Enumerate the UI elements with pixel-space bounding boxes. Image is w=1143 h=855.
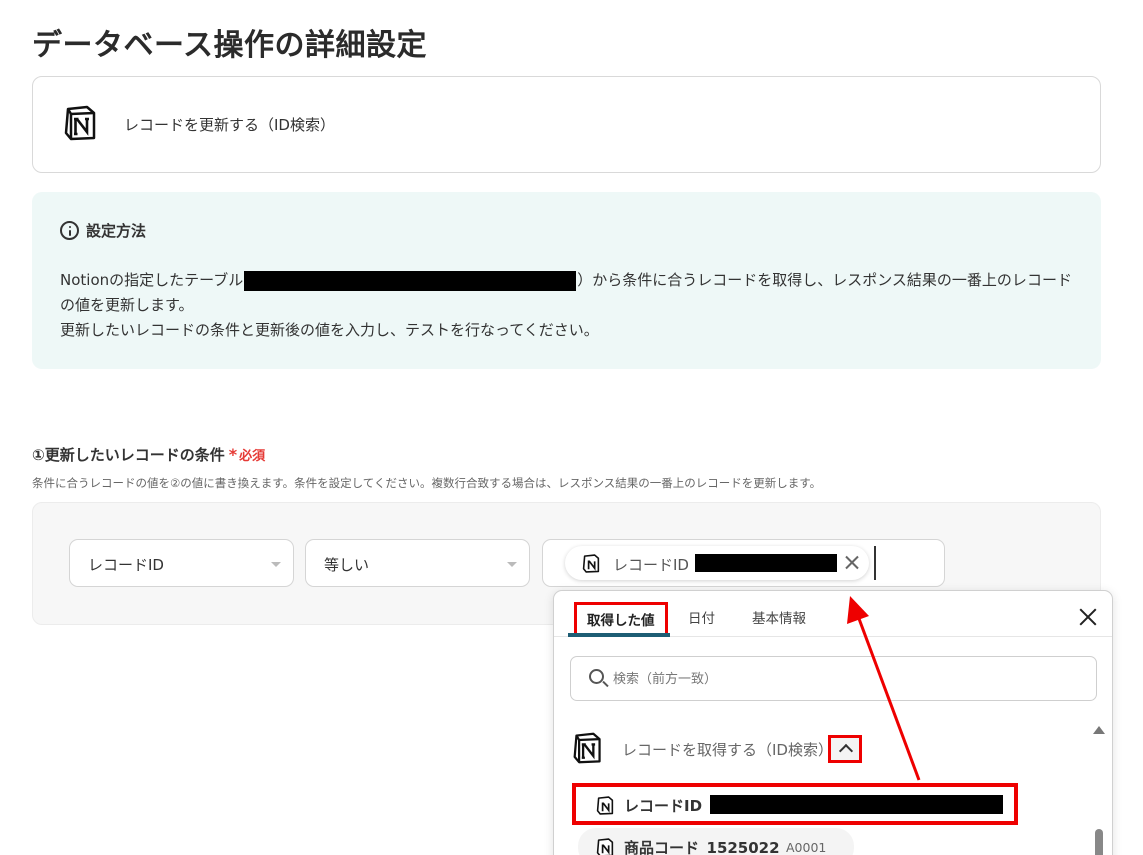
notion-icon <box>582 554 600 573</box>
required-star: * <box>228 445 238 464</box>
info-icon <box>60 221 79 240</box>
active-tab-indicator <box>568 633 670 637</box>
page-title: データベース操作の詳細設定 <box>32 28 427 63</box>
info-text: Notionの指定したテーブル ）から条件に合うレコードを取得し、レスポンス結果の… <box>60 268 1080 343</box>
required-label: 必須 <box>239 449 266 464</box>
info-line1-before: Notionの指定したテーブル <box>60 271 244 289</box>
redacted-value <box>710 795 1003 814</box>
close-icon[interactable] <box>841 552 863 574</box>
text-cursor <box>874 546 876 580</box>
field-select[interactable]: レコードID <box>69 539 294 587</box>
field-select-value: レコードID <box>88 556 164 574</box>
search-input[interactable] <box>613 668 1073 690</box>
scroll-thumb[interactable] <box>1095 829 1103 855</box>
tab-basic-info[interactable]: 基本情報 <box>752 607 806 627</box>
list-item-label: レコードID <box>624 797 703 815</box>
info-line2: の値を更新します。 <box>60 296 194 314</box>
notion-icon <box>64 105 96 141</box>
search-icon <box>589 669 604 684</box>
operator-select-value: 等しい <box>324 556 370 574</box>
value-chip[interactable]: レコードID <box>565 546 869 580</box>
chevron-down-icon <box>271 562 281 567</box>
scrollbar[interactable] <box>1092 721 1105 855</box>
condition-section-title: ①更新したいレコードの条件 * 必須 <box>32 444 265 465</box>
tab-date[interactable]: 日付 <box>688 607 715 627</box>
condition-value-field[interactable]: レコードID <box>542 539 945 587</box>
chip-label: レコードID <box>613 556 689 574</box>
chevron-down-icon <box>507 562 517 567</box>
notion-icon <box>573 732 601 764</box>
tab-acquired-values[interactable]: 取得した値 <box>574 602 668 636</box>
list-item-label: 商品コード_1525022 <box>624 839 780 855</box>
condition-section-description: 条件に合うレコードの値を②の値に書き換えます。条件を設定してください。複数行合致… <box>32 476 822 490</box>
list-item[interactable]: 商品コード_1525022 A0001 <box>578 828 854 855</box>
group-label: レコードを取得する（ID検索） <box>622 741 833 759</box>
scroll-up-icon[interactable] <box>1093 726 1105 734</box>
operator-select[interactable]: 等しい <box>305 539 530 587</box>
chevron-up-icon[interactable] <box>828 735 862 763</box>
close-icon[interactable] <box>1076 605 1100 629</box>
action-card[interactable]: レコードを更新する（ID検索） <box>32 76 1101 173</box>
info-line1-after: ）から条件に合うレコードを取得し、レスポンス結果の一番上のレコード <box>577 271 1072 289</box>
popup-tab-bar: 取得した値 日付 基本情報 <box>554 591 1112 637</box>
notion-icon <box>596 796 614 815</box>
action-label: レコードを更新する（ID検索） <box>124 116 335 134</box>
settings-info-box: 設定方法 Notionの指定したテーブル ）から条件に合うレコードを取得し、レスポ… <box>32 192 1101 369</box>
redacted-value <box>695 554 837 572</box>
notion-icon <box>596 838 614 855</box>
redacted-table-name <box>244 270 577 291</box>
info-title: 設定方法 <box>86 222 147 240</box>
list-item-value: A0001 <box>786 840 827 855</box>
search-box[interactable] <box>570 656 1097 701</box>
info-line3: 更新したいレコードの条件と更新後の値を入力し、テストを行なってください。 <box>60 321 599 339</box>
value-picker-popup: 取得した値 日付 基本情報 レコードを取得する（ID検索） レコードID <box>553 590 1113 855</box>
list-item[interactable]: レコードID <box>572 783 1018 825</box>
section-title-text: ①更新したいレコードの条件 <box>32 446 225 464</box>
